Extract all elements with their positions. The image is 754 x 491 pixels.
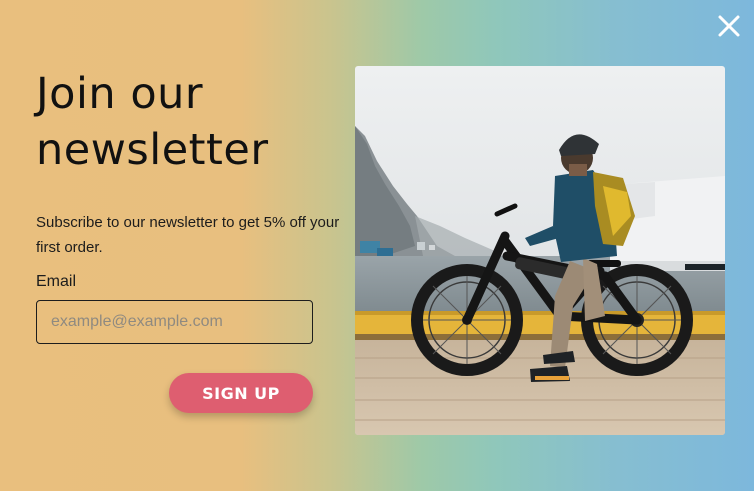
headline-line-1: Join our: [36, 69, 204, 119]
close-button[interactable]: [716, 13, 742, 39]
headline: Join our newsletter: [36, 66, 356, 178]
email-input[interactable]: [36, 300, 313, 344]
headline-line-2: newsletter: [36, 125, 269, 175]
sign-up-button[interactable]: SIGN UP: [169, 373, 313, 413]
description: Subscribe to our newsletter to get 5% of…: [36, 214, 340, 256]
newsletter-popup: Join our newsletter Subscribe to our new…: [0, 0, 754, 491]
email-label: Email: [36, 273, 77, 290]
signup-form: Join our newsletter Subscribe to our new…: [36, 66, 356, 413]
promo-photo: [355, 66, 725, 435]
cyclist-photo: [355, 66, 725, 435]
close-icon: [718, 15, 740, 37]
